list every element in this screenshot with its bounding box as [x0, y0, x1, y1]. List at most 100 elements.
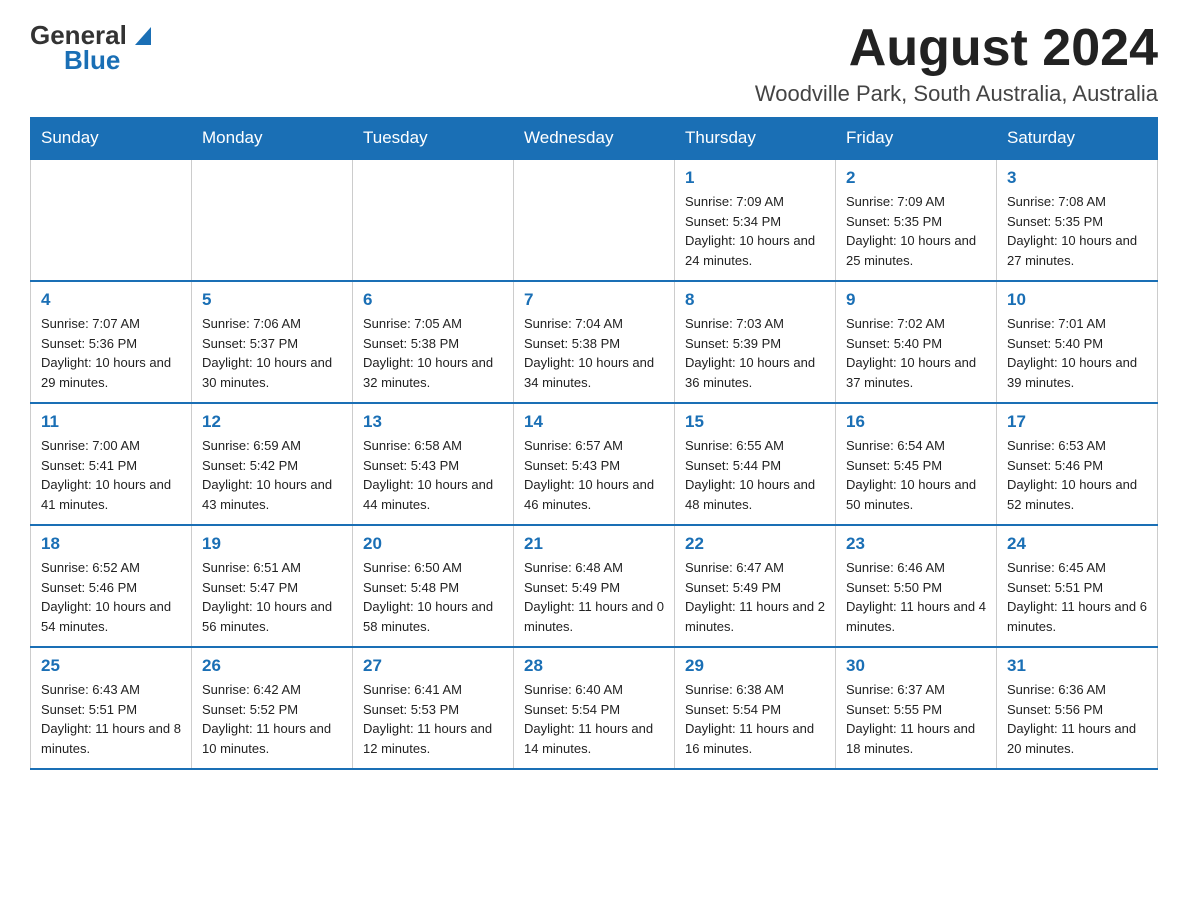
calendar-cell: 2Sunrise: 7:09 AMSunset: 5:35 PMDaylight… [836, 159, 997, 281]
calendar-cell: 24 Sunrise: 6:45 AMSunset: 5:51 PMDayligh… [997, 525, 1158, 647]
calendar-cell: 19 Sunrise: 6:51 AMSunset: 5:47 PMDayligh… [192, 525, 353, 647]
day-info: Sunrise: 7:03 AMSunset: 5:39 PMDaylight:… [685, 314, 825, 392]
day-info: Sunrise: 7:08 AMSunset: 5:35 PMDaylight:… [1007, 192, 1147, 270]
weekday-header-monday: Monday [192, 118, 353, 160]
day-info: Sunrise: 6:45 AMSunset: 5:51 PMDaylight:… [1007, 558, 1147, 636]
day-number: 22 [685, 534, 825, 554]
calendar-cell: 6 Sunrise: 7:05 AMSunset: 5:38 PMDaylight… [353, 281, 514, 403]
title-area: August 2024 Woodville Park, South Austra… [755, 20, 1158, 107]
calendar-cell: 22 Sunrise: 6:47 AMSunset: 5:49 PMDayligh… [675, 525, 836, 647]
weekday-header-wednesday: Wednesday [514, 118, 675, 160]
calendar-cell: 28Sunrise: 6:40 AMSunset: 5:54 PMDayligh… [514, 647, 675, 769]
calendar-cell: 9 Sunrise: 7:02 AMSunset: 5:40 PMDaylight… [836, 281, 997, 403]
day-info: Sunrise: 6:50 AMSunset: 5:48 PMDaylight:… [363, 558, 503, 636]
day-number: 1 [685, 168, 825, 188]
day-info: Sunrise: 6:55 AMSunset: 5:44 PMDaylight:… [685, 436, 825, 514]
calendar-cell: 17 Sunrise: 6:53 AMSunset: 5:46 PMDayligh… [997, 403, 1158, 525]
calendar-cell: 30 Sunrise: 6:37 AMSunset: 5:55 PMDayligh… [836, 647, 997, 769]
weekday-header-tuesday: Tuesday [353, 118, 514, 160]
weekday-header-thursday: Thursday [675, 118, 836, 160]
logo-triangle-icon [129, 21, 157, 49]
day-number: 26 [202, 656, 342, 676]
calendar-cell: 21Sunrise: 6:48 AMSunset: 5:49 PMDayligh… [514, 525, 675, 647]
calendar-cell: 12Sunrise: 6:59 AMSunset: 5:42 PMDayligh… [192, 403, 353, 525]
day-info: Sunrise: 7:09 AMSunset: 5:35 PMDaylight:… [846, 192, 986, 270]
day-number: 5 [202, 290, 342, 310]
day-number: 9 [846, 290, 986, 310]
location: Woodville Park, South Australia, Austral… [755, 81, 1158, 107]
calendar-cell: 23 Sunrise: 6:46 AMSunset: 5:50 PMDayligh… [836, 525, 997, 647]
day-number: 16 [846, 412, 986, 432]
calendar-cell: 4 Sunrise: 7:07 AMSunset: 5:36 PMDaylight… [31, 281, 192, 403]
day-number: 30 [846, 656, 986, 676]
calendar-cell: 8 Sunrise: 7:03 AMSunset: 5:39 PMDaylight… [675, 281, 836, 403]
day-number: 31 [1007, 656, 1147, 676]
weekday-header-row: SundayMondayTuesdayWednesdayThursdayFrid… [31, 118, 1158, 160]
calendar-cell: 5 Sunrise: 7:06 AMSunset: 5:37 PMDaylight… [192, 281, 353, 403]
day-number: 19 [202, 534, 342, 554]
day-info: Sunrise: 7:07 AMSunset: 5:36 PMDaylight:… [41, 314, 181, 392]
calendar-cell: 11Sunrise: 7:00 AMSunset: 5:41 PMDayligh… [31, 403, 192, 525]
day-info: Sunrise: 7:02 AMSunset: 5:40 PMDaylight:… [846, 314, 986, 392]
day-number: 27 [363, 656, 503, 676]
day-number: 23 [846, 534, 986, 554]
calendar-cell [514, 159, 675, 281]
day-info: Sunrise: 6:52 AMSunset: 5:46 PMDaylight:… [41, 558, 181, 636]
month-year: August 2024 [755, 20, 1158, 77]
calendar-cell: 25 Sunrise: 6:43 AMSunset: 5:51 PMDayligh… [31, 647, 192, 769]
weekday-header-friday: Friday [836, 118, 997, 160]
day-number: 18 [41, 534, 181, 554]
day-info: Sunrise: 6:48 AMSunset: 5:49 PMDaylight:… [524, 558, 664, 636]
header: General Blue August 2024 Woodville Park,… [30, 20, 1158, 107]
day-info: Sunrise: 6:37 AMSunset: 5:55 PMDaylight:… [846, 680, 986, 758]
day-info: Sunrise: 6:41 AMSunset: 5:53 PMDaylight:… [363, 680, 503, 758]
day-info: Sunrise: 6:51 AMSunset: 5:47 PMDaylight:… [202, 558, 342, 636]
day-number: 3 [1007, 168, 1147, 188]
calendar-cell: 7Sunrise: 7:04 AMSunset: 5:38 PMDaylight… [514, 281, 675, 403]
calendar-cell: 18 Sunrise: 6:52 AMSunset: 5:46 PMDayligh… [31, 525, 192, 647]
day-info: Sunrise: 6:58 AMSunset: 5:43 PMDaylight:… [363, 436, 503, 514]
calendar-cell: 29Sunrise: 6:38 AMSunset: 5:54 PMDayligh… [675, 647, 836, 769]
day-number: 8 [685, 290, 825, 310]
day-number: 24 [1007, 534, 1147, 554]
calendar-table: SundayMondayTuesdayWednesdayThursdayFrid… [30, 117, 1158, 770]
calendar-cell: 27 Sunrise: 6:41 AMSunset: 5:53 PMDayligh… [353, 647, 514, 769]
calendar-week-2: 4 Sunrise: 7:07 AMSunset: 5:36 PMDaylight… [31, 281, 1158, 403]
day-number: 15 [685, 412, 825, 432]
weekday-header-sunday: Sunday [31, 118, 192, 160]
day-info: Sunrise: 7:01 AMSunset: 5:40 PMDaylight:… [1007, 314, 1147, 392]
day-info: Sunrise: 6:38 AMSunset: 5:54 PMDaylight:… [685, 680, 825, 758]
day-info: Sunrise: 6:43 AMSunset: 5:51 PMDaylight:… [41, 680, 181, 758]
day-number: 4 [41, 290, 181, 310]
calendar-week-4: 18 Sunrise: 6:52 AMSunset: 5:46 PMDayligh… [31, 525, 1158, 647]
day-info: Sunrise: 7:04 AMSunset: 5:38 PMDaylight:… [524, 314, 664, 392]
logo-blue: Blue [64, 45, 120, 76]
day-info: Sunrise: 7:09 AMSunset: 5:34 PMDaylight:… [685, 192, 825, 270]
calendar-cell [353, 159, 514, 281]
day-number: 25 [41, 656, 181, 676]
calendar-cell: 1 Sunrise: 7:09 AMSunset: 5:34 PMDaylight… [675, 159, 836, 281]
day-info: Sunrise: 6:57 AMSunset: 5:43 PMDaylight:… [524, 436, 664, 514]
calendar-cell [31, 159, 192, 281]
calendar-cell [192, 159, 353, 281]
day-info: Sunrise: 7:06 AMSunset: 5:37 PMDaylight:… [202, 314, 342, 392]
day-number: 17 [1007, 412, 1147, 432]
calendar-cell: 16Sunrise: 6:54 AMSunset: 5:45 PMDayligh… [836, 403, 997, 525]
day-info: Sunrise: 6:59 AMSunset: 5:42 PMDaylight:… [202, 436, 342, 514]
calendar-week-1: 1 Sunrise: 7:09 AMSunset: 5:34 PMDaylight… [31, 159, 1158, 281]
calendar-cell: 15 Sunrise: 6:55 AMSunset: 5:44 PMDayligh… [675, 403, 836, 525]
calendar-cell: 3 Sunrise: 7:08 AMSunset: 5:35 PMDaylight… [997, 159, 1158, 281]
day-info: Sunrise: 6:53 AMSunset: 5:46 PMDaylight:… [1007, 436, 1147, 514]
day-number: 14 [524, 412, 664, 432]
day-number: 6 [363, 290, 503, 310]
day-number: 28 [524, 656, 664, 676]
day-info: Sunrise: 7:05 AMSunset: 5:38 PMDaylight:… [363, 314, 503, 392]
calendar-cell: 31Sunrise: 6:36 AMSunset: 5:56 PMDayligh… [997, 647, 1158, 769]
day-number: 10 [1007, 290, 1147, 310]
day-info: Sunrise: 6:47 AMSunset: 5:49 PMDaylight:… [685, 558, 825, 636]
calendar-cell: 20Sunrise: 6:50 AMSunset: 5:48 PMDayligh… [353, 525, 514, 647]
day-info: Sunrise: 6:46 AMSunset: 5:50 PMDaylight:… [846, 558, 986, 636]
calendar-cell: 26Sunrise: 6:42 AMSunset: 5:52 PMDayligh… [192, 647, 353, 769]
calendar-cell: 14 Sunrise: 6:57 AMSunset: 5:43 PMDayligh… [514, 403, 675, 525]
calendar-cell: 13Sunrise: 6:58 AMSunset: 5:43 PMDayligh… [353, 403, 514, 525]
